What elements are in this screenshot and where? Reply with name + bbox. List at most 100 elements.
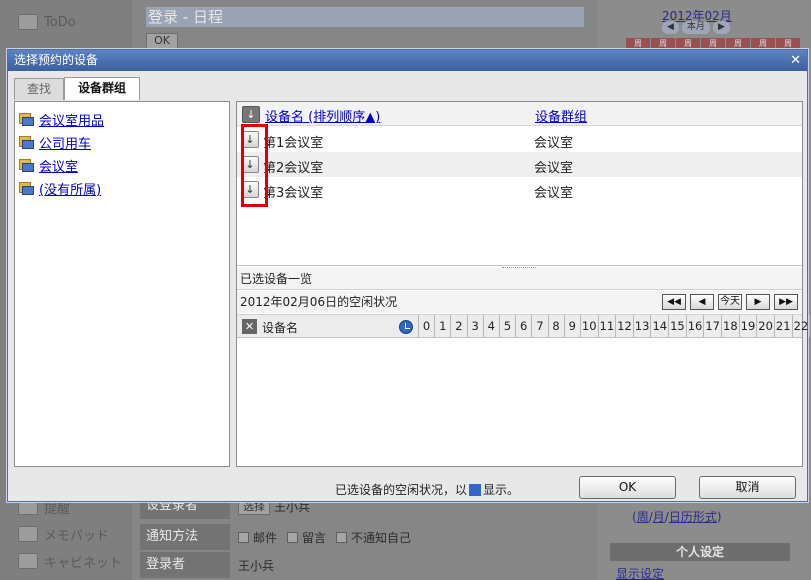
clock-icon — [399, 320, 413, 334]
last-week-button[interactable]: ▶▶ — [774, 294, 798, 310]
display-settings-link[interactable]: 显示设定 — [616, 565, 664, 580]
sort-by-group-link[interactable]: 设备群组 — [535, 106, 587, 125]
calendar-prev-button[interactable]: ◀ — [662, 21, 679, 34]
selected-equipment-title: 已选设备一览 — [237, 268, 802, 290]
group-item[interactable]: 会议室用品 — [15, 108, 229, 131]
bg-ok-button[interactable]: OK — [146, 33, 178, 49]
hour-label: 13 — [632, 315, 651, 337]
nav-item-memo[interactable]: メモパッド — [18, 524, 109, 544]
hour-label: 15 — [668, 315, 686, 337]
hour-label: 10 — [579, 315, 598, 337]
add-all-button[interactable]: ↓ — [242, 106, 260, 123]
view-month-link[interactable]: 月 — [653, 510, 665, 524]
availability-header: ✕ 设备名 0 1 2 3 4 5 6 7 8 9 10 11 12 13 14… — [237, 314, 811, 338]
hour-label: 0 — [418, 315, 434, 337]
available-color-swatch — [469, 483, 482, 496]
hour-label: 11 — [597, 315, 616, 337]
equipment-row: ↓ 第2会议室 会议室 — [237, 152, 802, 177]
hour-scale: 0 1 2 3 4 5 6 7 8 9 10 11 12 13 14 15 16… — [418, 315, 811, 337]
hour-label: 16 — [685, 315, 704, 337]
calendar-day-cell: 周 — [651, 38, 675, 49]
hour-label: 5 — [498, 315, 515, 337]
group-item[interactable]: 会议室 — [15, 154, 229, 177]
legend-text-before: 已选设备的空闲状况，以 — [335, 483, 468, 497]
hour-label: 6 — [515, 315, 531, 337]
equipment-panel: ↓ 设备名 (排列顺序▲) 设备群组 ↓ 第1会议室 会议室 ↓ 第2会议室 会… — [236, 101, 811, 467]
view-calendar-link[interactable]: 日历形式 — [669, 510, 717, 524]
calendar-this-month-button[interactable]: 本月 — [681, 21, 710, 34]
form-row-creator: 登录者 王小兵 — [140, 552, 596, 578]
calendar-day-cell: 周 — [776, 38, 800, 49]
remove-all-icon[interactable]: ✕ — [242, 319, 257, 334]
nav-item-todo[interactable]: ToDo — [18, 12, 76, 32]
equipment-group-icon — [19, 112, 35, 127]
hour-label: 22 — [791, 315, 810, 337]
notify-label: 通知方法 — [140, 524, 230, 550]
hour-label: 8 — [547, 315, 564, 337]
group-link[interactable]: 公司用车 — [39, 133, 91, 152]
hour-label: 12 — [615, 315, 633, 337]
equipment-group: 会议室 — [534, 186, 574, 201]
equipment-name: 第2会议室 — [263, 161, 324, 176]
equipment-list-header: ↓ 设备名 (排列顺序▲) 设备群组 — [237, 102, 802, 126]
calendar-nav: ◀ 本月 ▶ — [662, 21, 730, 34]
today-button[interactable]: 今天 — [718, 294, 742, 310]
notify-self-label: 不通知自己 — [351, 530, 412, 545]
notify-message-label: 留言 — [302, 530, 327, 545]
cancel-button[interactable]: 取消 — [699, 476, 796, 499]
calendar-next-button[interactable]: ▶ — [712, 21, 730, 34]
notify-mail-checkbox[interactable] — [238, 531, 249, 543]
memo-icon — [18, 526, 38, 542]
ok-button[interactable]: OK — [579, 476, 676, 499]
form-row-notify: 通知方法 邮件 留言 不通知自己 — [140, 524, 596, 550]
hour-label: 2 — [450, 315, 466, 337]
creator-value: 王小兵 — [238, 558, 275, 573]
availability-legend: 已选设备的空闲状况，以 显示。 — [335, 481, 519, 498]
selected-name-header: 设备名 — [262, 321, 299, 335]
add-buttons-highlight — [241, 124, 268, 207]
equipment-group: 会议室 — [534, 161, 574, 176]
prev-day-button[interactable]: ◀ — [690, 294, 714, 310]
nav-label-memo: メモパッド — [44, 528, 110, 544]
calendar-day-headers: 周 周 周 周 周 周 周 — [626, 38, 800, 49]
hour-label: 1 — [434, 315, 450, 337]
next-day-button[interactable]: ▶ — [746, 294, 770, 310]
equipment-row: ↓ 第1会议室 会议室 — [237, 127, 802, 152]
todo-icon — [18, 14, 38, 30]
availability-date: 2012年02月06日的空闲状况 — [240, 295, 398, 309]
tab-search[interactable]: 查找 — [14, 78, 65, 100]
equipment-row: ↓ 第3会议室 会议室 — [237, 177, 802, 202]
dialog-titlebar[interactable]: 选择预约的设备 ✕ — [8, 50, 807, 71]
view-links-close: ) — [716, 510, 722, 524]
hour-label: 17 — [703, 315, 721, 337]
dialog-tabs: 查找 设备群组 — [14, 77, 141, 100]
group-link[interactable]: (没有所属) — [39, 179, 101, 198]
creator-label: 登录者 — [140, 552, 230, 578]
equipment-group-icon — [19, 158, 35, 173]
date-navigation: ◀◀ ◀ 今天 ▶ ▶▶ — [662, 294, 798, 310]
cabinet-icon — [18, 553, 38, 569]
hour-label: 20 — [756, 315, 774, 337]
group-link[interactable]: 会议室用品 — [39, 110, 104, 129]
nav-item-cabinet[interactable]: キャビネット — [18, 551, 122, 571]
hour-label: 9 — [563, 315, 580, 337]
group-item[interactable]: (没有所属) — [15, 177, 229, 200]
equipment-group-icon — [19, 181, 35, 196]
notify-mail-label: 邮件 — [253, 530, 278, 545]
notify-message-checkbox[interactable] — [287, 531, 299, 543]
hour-label: 19 — [738, 315, 757, 337]
group-item[interactable]: 公司用车 — [15, 131, 229, 154]
group-link[interactable]: 会议室 — [39, 156, 78, 175]
nav-label-todo: ToDo — [44, 14, 76, 30]
calendar-day-cell: 周 — [626, 38, 650, 49]
first-week-button[interactable]: ◀◀ — [662, 294, 686, 310]
calendar-day-cell: 周 — [751, 38, 775, 49]
personal-settings-header: 个人设定 — [610, 543, 790, 561]
close-icon[interactable]: ✕ — [790, 50, 801, 71]
tab-equipment-groups[interactable]: 设备群组 — [64, 77, 141, 100]
calendar-day-cell: 周 — [726, 38, 750, 49]
notify-self-checkbox[interactable] — [336, 531, 348, 543]
view-week-link[interactable]: 周 — [637, 510, 649, 524]
dialog-title: 选择预约的设备 — [14, 53, 99, 67]
sort-by-name-link[interactable]: 设备名 (排列顺序▲) — [265, 106, 380, 125]
